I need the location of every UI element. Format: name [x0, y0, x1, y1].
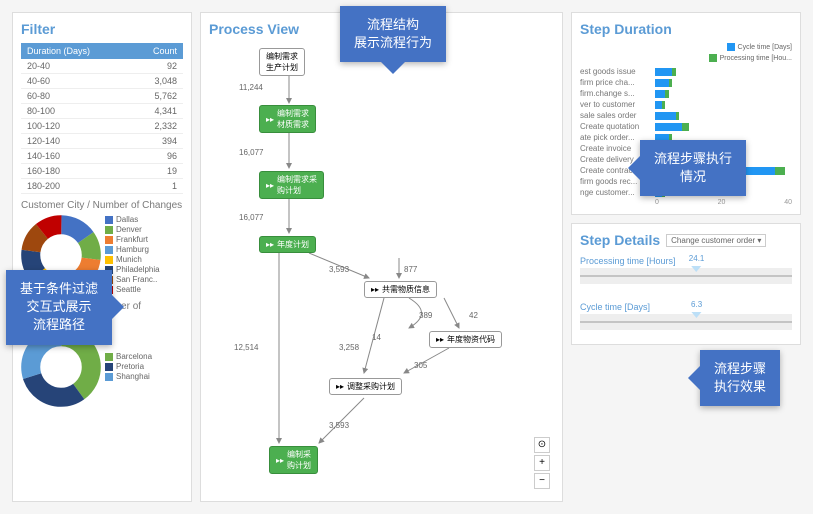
- dashboard: Filter Duration (Days) Count 20-409240-6…: [0, 0, 813, 514]
- step-duration-title: Step Duration: [580, 21, 792, 37]
- bar-row[interactable]: est goods issue: [580, 67, 792, 76]
- table-row[interactable]: 100-1202,332: [21, 119, 183, 134]
- table-row[interactable]: 140-16096: [21, 149, 183, 164]
- proc-time-value: 24.1: [689, 254, 705, 263]
- bar-row[interactable]: firm price cha...: [580, 78, 792, 87]
- step-details-title: Step Details: [580, 232, 660, 248]
- table-row[interactable]: 20-4092: [21, 59, 183, 74]
- edge-label: 42: [469, 311, 478, 320]
- process-flow[interactable]: 编制需求生产计划 ▸▸ 编制需求材质需求 ▸▸ 编制需求采购计划 ▸▸ 年度计划…: [209, 43, 554, 493]
- legend-item: Denver: [105, 225, 160, 234]
- process-panel: Process View 编制需求生产计划 ▸▸ 编制需求材质需求 ▸▸ 编制需…: [200, 12, 563, 502]
- callout-step-exec: 流程步骤执行情况: [640, 140, 746, 196]
- node-5[interactable]: ▸▸ 共需物质信息: [364, 281, 437, 298]
- node-2[interactable]: ▸▸ 编制需求材质需求: [259, 105, 316, 133]
- edge-label: 389: [419, 311, 432, 320]
- table-row[interactable]: 60-805,762: [21, 89, 183, 104]
- callout-process-structure: 流程结构展示流程行为: [340, 6, 446, 62]
- edge-label: 11,244: [239, 83, 263, 92]
- bar-row[interactable]: firm.change s...: [580, 89, 792, 98]
- col-count: Count: [130, 43, 183, 59]
- legend-item: Munich: [105, 255, 160, 264]
- pie1-legend: DallasDenverFrankfurtHamburgMunichPhilad…: [105, 215, 160, 295]
- node-6[interactable]: ▸▸ 年度物资代码: [429, 331, 502, 348]
- legend-item: Shanghai: [105, 372, 152, 381]
- legend-item: Philadelphia: [105, 265, 160, 274]
- node-8[interactable]: ▸▸ 编制采购计划: [269, 446, 318, 474]
- filter-panel: Filter Duration (Days) Count 20-409240-6…: [12, 12, 192, 502]
- node-7[interactable]: ▸▸ 调整采购计划: [329, 378, 402, 395]
- step-select[interactable]: Change customer order ▾: [666, 234, 766, 247]
- legend-item: Dallas: [105, 215, 160, 224]
- edge-label: 16,077: [239, 148, 263, 157]
- zoom-controls: ⊙ + −: [534, 437, 550, 489]
- table-row[interactable]: 160-18019: [21, 164, 183, 179]
- table-row[interactable]: 120-140394: [21, 134, 183, 149]
- zoom-in-button[interactable]: +: [534, 455, 550, 471]
- legend-item: Frankfurt: [105, 235, 160, 244]
- callout-step-effect: 流程步骤执行效果: [700, 350, 780, 406]
- legend-item: Seattle: [105, 285, 160, 294]
- table-row[interactable]: 80-1004,341: [21, 104, 183, 119]
- edge-label: 877: [404, 265, 417, 274]
- table-row[interactable]: 40-603,048: [21, 74, 183, 89]
- bar-row[interactable]: Create quotation: [580, 122, 792, 131]
- edge-label: 12,514: [234, 343, 258, 352]
- proc-time-label: Processing time [Hours]: [580, 256, 792, 266]
- legend-item: Barcelona: [105, 352, 152, 361]
- node-start[interactable]: 编制需求生产计划: [259, 48, 305, 76]
- cycle-time-label: Cycle time [Days]: [580, 302, 792, 312]
- zoom-out-button[interactable]: −: [534, 473, 550, 489]
- pie2-legend: BarcelonaPretoriaShanghai: [105, 352, 152, 382]
- legend-item: Pretoria: [105, 362, 152, 371]
- edge-label: 3,593: [329, 421, 349, 430]
- table-row[interactable]: 180-2001: [21, 179, 183, 194]
- bar-row[interactable]: sale sales order: [580, 111, 792, 120]
- edge-label: 14: [372, 333, 381, 342]
- x-axis: 0 20 40: [655, 199, 792, 206]
- step-details-panel: Step Details Change customer order ▾ Pro…: [571, 223, 801, 345]
- duration-table[interactable]: Duration (Days) Count 20-409240-603,0486…: [21, 43, 183, 194]
- cycle-time-value: 6.3: [691, 300, 702, 309]
- node-3[interactable]: ▸▸ 编制需求采购计划: [259, 171, 324, 199]
- col-duration: Duration (Days): [21, 43, 130, 59]
- edge-label: 16,077: [239, 213, 263, 222]
- legend-item: San Franc..: [105, 275, 160, 284]
- edge-label: 3,593: [329, 265, 349, 274]
- filter-title: Filter: [21, 21, 183, 37]
- proc-time-slider[interactable]: 24.1: [580, 268, 792, 284]
- cycle-time-slider[interactable]: 6.3: [580, 314, 792, 330]
- node-4[interactable]: ▸▸ 年度计划: [259, 236, 316, 253]
- right-column: Step Duration Cycle time [Days] Processi…: [571, 12, 801, 502]
- bar-legend: Cycle time [Days] Processing time [Hou..…: [580, 43, 792, 63]
- legend-item: Hamburg: [105, 245, 160, 254]
- callout-filter: 基于条件过滤交互式展示流程路径: [6, 270, 112, 345]
- pie1-title: Customer City / Number of Changes: [21, 200, 183, 211]
- bar-row[interactable]: ver to customer: [580, 100, 792, 109]
- edge-label: 305: [414, 361, 427, 370]
- zoom-reset-button[interactable]: ⊙: [534, 437, 550, 453]
- edge-label: 3,258: [339, 343, 359, 352]
